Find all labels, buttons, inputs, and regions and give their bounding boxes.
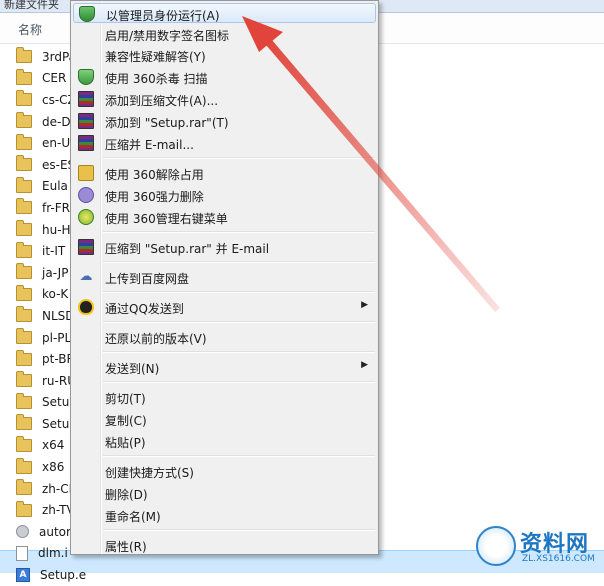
file-name: x64 (42, 438, 65, 453)
folder-icon (16, 349, 32, 366)
context-menu: 以管理员身份运行(A) 启用/禁用数字签名图标 兼容性疑难解答(Y) 使用 36… (70, 0, 379, 555)
folder-icon (16, 112, 32, 129)
watermark-url: ZL.XS1616.COM (522, 554, 595, 564)
menu-item-compress-setup-rar-email[interactable]: 压缩到 "Setup.rar" 并 E-mail (73, 237, 376, 257)
qq-icon (78, 299, 94, 315)
file-name: dlm.i (38, 546, 68, 561)
folder-icon (16, 435, 32, 452)
file-name: x86 (42, 460, 65, 475)
winrar-icon (78, 91, 94, 107)
submenu-arrow-icon: ▶ (361, 300, 368, 310)
folder-icon (16, 68, 32, 85)
menu-item-add-to-archive[interactable]: 添加到压缩文件(A)... (73, 89, 376, 109)
folder-icon (16, 500, 32, 517)
unlock-360-icon (78, 165, 94, 181)
folder-icon (16, 284, 32, 301)
folder-icon (16, 479, 32, 496)
file-name: ja-JP (42, 265, 69, 280)
menu-separator (103, 157, 375, 159)
winrar-icon (78, 239, 94, 255)
file-name: zh-CI (42, 481, 73, 496)
force-delete-360-icon (78, 187, 94, 203)
file-name: pl-PL (42, 330, 72, 345)
file-row-selected[interactable]: A Setup.exe (16, 564, 86, 586)
file-name: ko-K (42, 287, 69, 302)
menu-separator (103, 321, 375, 323)
menu-item-create-shortcut[interactable]: 创建快捷方式(S) (73, 461, 376, 481)
folder-icon (16, 133, 32, 150)
menu-separator (103, 455, 375, 457)
menu-item-copy[interactable]: 复制(C) (73, 409, 376, 429)
file-icon (16, 545, 28, 561)
file-name: de-D (42, 114, 71, 129)
menu-item-360-force-delete[interactable]: 使用 360强力删除 (73, 185, 376, 205)
winrar-icon (78, 135, 94, 151)
menu-separator (103, 381, 375, 383)
folder-icon (16, 47, 32, 64)
column-name-label: 名称 (18, 23, 43, 37)
file-name: it-IT (42, 244, 66, 259)
uac-shield-icon (79, 6, 95, 22)
folder-icon (16, 306, 32, 323)
menu-item-add-to-setup-rar[interactable]: 添加到 "Setup.rar"(T) (73, 111, 376, 131)
menu-item-compatibility-troubleshoot[interactable]: 兼容性疑难解答(Y) (73, 45, 376, 65)
file-name: fr-FR (42, 200, 70, 215)
folder-icon (16, 392, 32, 409)
folder-icon (16, 414, 32, 431)
menu-separator (103, 291, 375, 293)
file-name: CER (42, 71, 67, 86)
folder-icon (16, 220, 32, 237)
watermark-logo-icon (476, 526, 516, 566)
folder-icon (16, 371, 32, 388)
menu-separator (103, 351, 375, 353)
file-name: autor (39, 524, 71, 539)
menu-item-properties[interactable]: 属性(R) (73, 535, 376, 555)
menu-separator (103, 529, 375, 531)
menu-item-rename[interactable]: 重命名(M) (73, 505, 376, 525)
folder-icon (16, 328, 32, 345)
folder-title: 新建文件夹 (4, 0, 59, 11)
folder-icon (16, 263, 32, 280)
menu-manager-360-icon (78, 209, 94, 225)
menu-item-360-scan[interactable]: 使用 360杀毒 扫描 (73, 67, 376, 87)
menu-separator (103, 261, 375, 263)
menu-item-compress-and-email[interactable]: 压缩并 E-mail... (73, 133, 376, 153)
gear-icon (16, 525, 29, 539)
file-name: Setup.exe (40, 568, 86, 583)
winrar-icon (78, 113, 94, 129)
folder-icon (16, 457, 32, 474)
menu-item-restore-previous[interactable]: 还原以前的版本(V) (73, 327, 376, 347)
menu-item-delete[interactable]: 删除(D) (73, 483, 376, 503)
submenu-arrow-icon: ▶ (361, 360, 368, 370)
menu-item-360-unlock[interactable]: 使用 360解除占用 (73, 163, 376, 183)
menu-item-send-to[interactable]: 发送到(N) ▶ (73, 357, 376, 377)
baidu-cloud-icon: ☁ (79, 269, 93, 284)
file-name: hu-H (42, 222, 71, 237)
watermark: 资料网 ZL.XS1616.COM (476, 522, 602, 570)
folder-icon (16, 90, 32, 107)
menu-item-send-via-qq[interactable]: 通过QQ发送到 ▶ (73, 297, 376, 317)
menu-separator (103, 231, 375, 233)
folder-icon (16, 176, 32, 193)
menu-item-upload-baidu[interactable]: ☁ 上传到百度网盘 (73, 267, 376, 287)
menu-item-cut[interactable]: 剪切(T) (73, 387, 376, 407)
menu-item-360-menu-manager[interactable]: 使用 360管理右键菜单 (73, 207, 376, 227)
menu-item-toggle-signature-icon[interactable]: 启用/禁用数字签名图标 (73, 24, 376, 44)
folder-icon (16, 241, 32, 258)
file-name: en-U (42, 136, 71, 151)
folder-icon (16, 198, 32, 215)
folder-icon (16, 155, 32, 172)
file-name: Eula (42, 179, 68, 194)
menu-item-paste[interactable]: 粘贴(P) (73, 431, 376, 451)
antivirus-360-icon (78, 69, 94, 85)
menu-item-run-as-admin[interactable]: 以管理员身份运行(A) (73, 3, 376, 23)
setup-exe-icon: A (16, 568, 30, 583)
